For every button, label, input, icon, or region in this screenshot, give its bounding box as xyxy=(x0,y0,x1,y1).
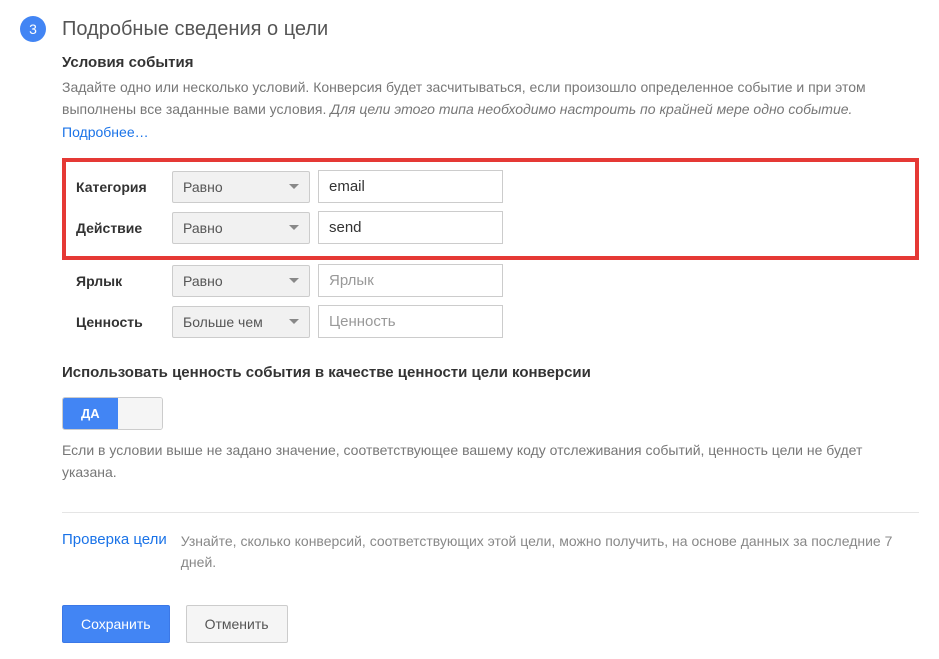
verify-goal-link[interactable]: Проверка цели xyxy=(62,531,167,548)
condition-row-label: Ярлык Равно xyxy=(76,264,909,297)
value-value-input[interactable] xyxy=(318,305,503,338)
action-operator-dropdown[interactable]: Равно xyxy=(172,212,310,244)
dropdown-value: Равно xyxy=(183,273,223,289)
action-value-input[interactable] xyxy=(318,211,503,244)
chevron-down-icon xyxy=(289,278,299,283)
action-label: Действие xyxy=(76,220,164,236)
event-conditions-description: Задайте одно или несколько условий. Конв… xyxy=(62,77,919,120)
chevron-down-icon xyxy=(289,319,299,324)
section-divider xyxy=(62,512,919,513)
desc-italic: Для цели этого типа необходимо настроить… xyxy=(330,101,852,117)
verify-goal-description: Узнайте, сколько конверсий, соответствую… xyxy=(181,531,919,573)
value-operator-dropdown[interactable]: Больше чем xyxy=(172,306,310,338)
label-label: Ярлык xyxy=(76,273,164,289)
toggle-on-label: ДА xyxy=(63,398,118,429)
condition-row-action: Действие Равно xyxy=(76,211,905,244)
dropdown-value: Больше чем xyxy=(183,314,263,330)
label-operator-dropdown[interactable]: Равно xyxy=(172,265,310,297)
toggle-off-side xyxy=(118,398,162,429)
step-number-badge: 3 xyxy=(20,16,46,42)
cancel-button[interactable]: Отменить xyxy=(186,605,288,643)
use-event-value-toggle[interactable]: ДА xyxy=(62,397,163,430)
category-operator-dropdown[interactable]: Равно xyxy=(172,171,310,203)
label-value-input[interactable] xyxy=(318,264,503,297)
chevron-down-icon xyxy=(289,225,299,230)
dropdown-value: Равно xyxy=(183,179,223,195)
use-event-value-heading: Использовать ценность события в качестве… xyxy=(62,364,919,381)
condition-row-category: Категория Равно xyxy=(76,170,905,203)
save-button[interactable]: Сохранить xyxy=(62,605,170,643)
category-label: Категория xyxy=(76,179,164,195)
dropdown-value: Равно xyxy=(183,220,223,236)
chevron-down-icon xyxy=(289,184,299,189)
page-title: Подробные сведения о цели xyxy=(62,18,328,41)
use-event-value-note: Если в условии выше не задано значение, … xyxy=(62,440,919,483)
value-label: Ценность xyxy=(76,314,164,330)
category-value-input[interactable] xyxy=(318,170,503,203)
event-conditions-heading: Условия события xyxy=(62,54,919,71)
highlighted-conditions-box: Категория Равно Действие Равно xyxy=(62,158,919,260)
condition-row-value: Ценность Больше чем xyxy=(76,305,909,338)
learn-more-link[interactable]: Подробнее… xyxy=(62,124,149,140)
